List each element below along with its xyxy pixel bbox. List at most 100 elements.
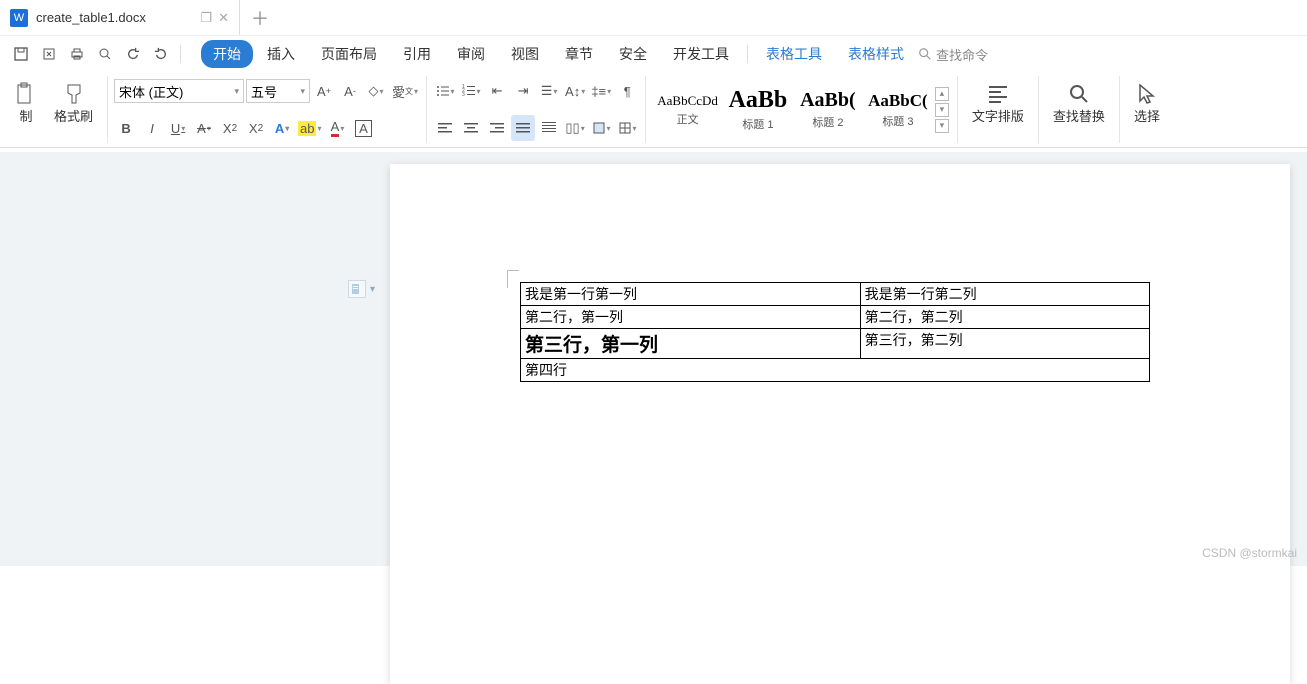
text-typeset-group: 文字排版: [958, 76, 1039, 143]
text-effects-button[interactable]: A: [270, 115, 294, 141]
align-left-button[interactable]: [433, 115, 457, 141]
distribute-button[interactable]: [537, 115, 561, 141]
margin-indicator: [507, 270, 519, 288]
table-cell[interactable]: 第二行，第一列: [521, 306, 861, 329]
ribbon: 制 格式刷 宋体 (正文)▾ 五号▾ A+ A- ◇ 愛文 B I U A X2…: [0, 72, 1307, 148]
quick-access-toolbar: [0, 39, 193, 69]
tab-developer[interactable]: 开发工具: [661, 40, 741, 68]
style-normal[interactable]: AaBbCcDd正文: [652, 90, 723, 130]
styles-scroll[interactable]: ▴▾▾: [933, 87, 951, 133]
table-row: 第三行，第一列 第三行，第二列: [521, 329, 1150, 359]
tab-table-tools[interactable]: 表格工具: [754, 40, 834, 68]
columns-button[interactable]: ▯▯: [563, 115, 587, 141]
undo-button[interactable]: [120, 41, 146, 67]
font-color-button[interactable]: A: [326, 115, 350, 141]
export-icon[interactable]: [36, 41, 62, 67]
align-right-button[interactable]: [485, 115, 509, 141]
table-cell[interactable]: 我是第一行第一列: [521, 283, 861, 306]
style-heading3[interactable]: AaBbC(标题 3: [863, 88, 933, 132]
asian-layout-button[interactable]: A↕: [563, 78, 587, 104]
table-cell[interactable]: 第三行，第一列: [521, 329, 861, 359]
typeset-button[interactable]: 文字排版: [964, 78, 1032, 129]
bullets-button[interactable]: [433, 78, 457, 104]
cursor-icon: [1135, 82, 1159, 106]
table-cell[interactable]: 我是第一行第二列: [860, 283, 1149, 306]
table-row: 我是第一行第一列 我是第一行第二列: [521, 283, 1150, 306]
document-table[interactable]: 我是第一行第一列 我是第一行第二列 第二行，第一列 第二行，第二列 第三行，第一…: [520, 282, 1150, 382]
numbering-button[interactable]: 123: [459, 78, 483, 104]
title-bar: W create_table1.docx ❐ ✕ ＋: [0, 0, 1307, 36]
strikethrough-button[interactable]: A: [192, 115, 216, 141]
align-center-button[interactable]: [459, 115, 483, 141]
table-cell[interactable]: 第二行，第二列: [860, 306, 1149, 329]
new-tab-button[interactable]: ＋: [240, 0, 280, 35]
tab-home[interactable]: 开始: [201, 40, 253, 68]
tab-reference[interactable]: 引用: [391, 40, 443, 68]
search-command[interactable]: 查找命令: [918, 45, 1008, 64]
tab-view[interactable]: 视图: [499, 40, 551, 68]
styles-group: AaBbCcDd正文 AaBb标题 1 AaBb(标题 2 AaBbC(标题 3…: [646, 76, 958, 143]
format-painter-button[interactable]: 格式刷: [46, 78, 101, 129]
clear-format-button[interactable]: ◇: [364, 78, 388, 104]
font-family-select[interactable]: 宋体 (正文)▾: [114, 79, 244, 103]
page-control[interactable]: ▾: [348, 280, 375, 298]
tab-layout[interactable]: 页面布局: [309, 40, 389, 68]
sort-button[interactable]: ☰: [537, 78, 561, 104]
font-size-select[interactable]: 五号▾: [246, 79, 310, 103]
search-icon: [1067, 82, 1091, 106]
save-icon[interactable]: [8, 41, 34, 67]
table-cell[interactable]: 第三行，第二列: [860, 329, 1149, 359]
grow-font-button[interactable]: A+: [312, 78, 336, 104]
workspace: ▾ 我是第一行第一列 我是第一行第二列 第二行，第一列 第二行，第二列 第三行，…: [0, 152, 1307, 566]
font-group: 宋体 (正文)▾ 五号▾ A+ A- ◇ 愛文 B I U A X2 X2 A …: [108, 76, 427, 143]
underline-button[interactable]: U: [166, 115, 190, 141]
tab-security[interactable]: 安全: [607, 40, 659, 68]
tab-title: create_table1.docx: [36, 10, 192, 25]
menu-bar: 开始 插入 页面布局 引用 审阅 视图 章节 安全 开发工具 表格工具 表格样式…: [193, 39, 1008, 69]
find-replace-button[interactable]: 查找替换: [1045, 78, 1113, 129]
tab-insert[interactable]: 插入: [255, 40, 307, 68]
show-marks-button[interactable]: ¶: [615, 78, 639, 104]
typeset-icon: [986, 82, 1010, 106]
increase-indent-button[interactable]: ⇥: [511, 78, 535, 104]
tab-close-icon[interactable]: ✕: [218, 10, 229, 26]
tab-review[interactable]: 审阅: [445, 40, 497, 68]
document-page[interactable]: 我是第一行第一列 我是第一行第二列 第二行，第一列 第二行，第二列 第三行，第一…: [390, 164, 1290, 684]
watermark: CSDN @stormkai: [1202, 546, 1297, 560]
svg-text:3: 3: [462, 92, 465, 98]
table-cell[interactable]: 第四行: [521, 359, 1150, 382]
decrease-indent-button[interactable]: ⇤: [485, 78, 509, 104]
word-icon: W: [10, 9, 28, 27]
borders-button[interactable]: [615, 115, 639, 141]
search-icon: [918, 47, 932, 61]
table-row: 第二行，第一列 第二行，第二列: [521, 306, 1150, 329]
tab-table-style[interactable]: 表格样式: [836, 40, 916, 68]
tab-chapter[interactable]: 章节: [553, 40, 605, 68]
select-button[interactable]: 选择: [1126, 78, 1168, 129]
style-heading2[interactable]: AaBb(标题 2: [793, 86, 863, 133]
clipboard-group: 制 格式刷: [2, 76, 108, 143]
document-tab[interactable]: W create_table1.docx ❐ ✕: [0, 0, 240, 35]
print-icon[interactable]: [64, 41, 90, 67]
phonetic-button[interactable]: 愛文: [390, 78, 420, 104]
shrink-font-button[interactable]: A-: [338, 78, 362, 104]
align-justify-button[interactable]: [511, 115, 535, 141]
char-border-button[interactable]: A: [352, 115, 376, 141]
line-spacing-button[interactable]: ‡≡: [589, 78, 613, 104]
paste-button[interactable]: 制: [8, 78, 44, 129]
redo-button[interactable]: [148, 41, 174, 67]
italic-button[interactable]: I: [140, 115, 164, 141]
style-heading1[interactable]: AaBb标题 1: [723, 84, 793, 135]
tab-window-icon[interactable]: ❐: [200, 10, 212, 26]
preview-icon[interactable]: [92, 41, 118, 67]
page-options-icon[interactable]: [348, 280, 366, 298]
highlight-button[interactable]: ab: [296, 115, 323, 141]
bold-button[interactable]: B: [114, 115, 138, 141]
subscript-button[interactable]: X2: [244, 115, 268, 141]
superscript-button[interactable]: X2: [218, 115, 242, 141]
shading-button[interactable]: [589, 115, 613, 141]
paragraph-group: 123 ⇤ ⇥ ☰ A↕ ‡≡ ¶ ▯▯: [427, 76, 646, 143]
find-replace-group: 查找替换: [1039, 76, 1120, 143]
select-group: 选择: [1120, 76, 1174, 143]
chevron-down-icon[interactable]: ▾: [370, 284, 375, 295]
